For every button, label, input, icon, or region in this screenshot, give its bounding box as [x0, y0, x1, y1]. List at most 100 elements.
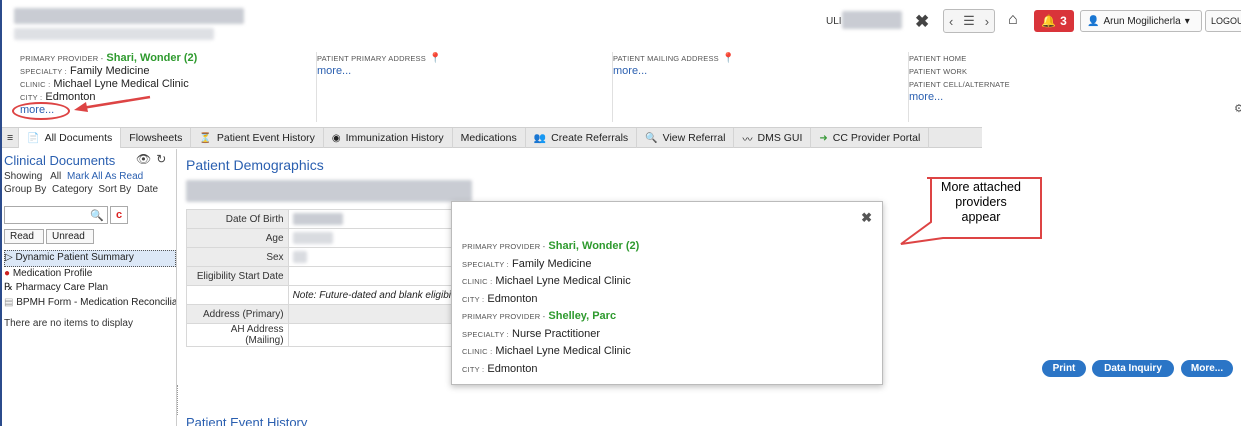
- tab-create-referrals[interactable]: 👥 Create Referrals: [526, 128, 638, 148]
- tree-item-pharmacy-care-plan[interactable]: ℞ Pharmacy Care Plan: [4, 281, 176, 296]
- row-value: [287, 304, 457, 324]
- referral-icon: 👥: [533, 132, 547, 144]
- annotation-arrow: [74, 95, 151, 112]
- row-value: [287, 247, 457, 267]
- table-row: AH Address (Mailing): [186, 323, 457, 347]
- group-by-label: Group By: [4, 184, 47, 195]
- mailing-address-more-link[interactable]: more...: [613, 65, 647, 77]
- tree-item-bpmh-form[interactable]: ▤ BPMH Form - Medication Reconcilia: [4, 296, 176, 311]
- clinic-label: CLINIC :: [20, 80, 51, 89]
- provider-name[interactable]: Shari, Wonder (2): [548, 240, 639, 252]
- clinic-label: CLINIC :: [462, 347, 493, 356]
- tab-patient-event-history[interactable]: ⏳ Patient Event History: [191, 128, 324, 148]
- read-filter-button[interactable]: Read: [4, 229, 44, 244]
- print-button[interactable]: Print: [1042, 360, 1086, 377]
- row-key: Address (Primary): [186, 304, 289, 324]
- phone-more-link[interactable]: more...: [909, 91, 943, 103]
- cell-phone-label: PATIENT CELL/ALTERNATE: [909, 80, 1010, 89]
- rx-icon: ℞: [4, 282, 13, 293]
- mailing-address-column: PATIENT MAILING ADDRESS 📍 more...: [612, 52, 902, 122]
- clinical-documents-panel: Clinical Documents 👁↻ Showing All Mark A…: [2, 149, 177, 426]
- row-value: [287, 266, 457, 286]
- tree-item-dynamic-patient-summary[interactable]: ▷ Dynamic Patient Summary: [4, 250, 176, 267]
- work-phone-label: PATIENT WORK: [909, 67, 968, 76]
- row-key: Date Of Birth: [186, 209, 289, 229]
- tab-label: CC Provider Portal: [832, 132, 921, 144]
- chevron-left-icon[interactable]: ‹: [949, 14, 953, 29]
- tab-hamburger[interactable]: ≡: [2, 128, 20, 148]
- tab-label: View Referral: [662, 132, 726, 144]
- tab-all-documents[interactable]: 📄 All Documents: [19, 128, 122, 148]
- primary-address-more-link[interactable]: more...: [317, 65, 351, 77]
- tab-label: Create Referrals: [551, 132, 629, 144]
- table-row: Sex: [186, 247, 457, 267]
- top-bar: ULI ✖ ‹ ☰ › ⌂ 🔔 3 👤 Arun Mogilicherla ▾ …: [2, 0, 1241, 46]
- row-key: Age: [186, 228, 289, 248]
- specialty-label: SPECIALTY :: [20, 67, 67, 76]
- tab-bar: ≡ 📄 All Documents Flowsheets ⏳ Patient Eve…: [2, 127, 982, 148]
- primary-address-column: PATIENT PRIMARY ADDRESS 📍 more...: [316, 52, 606, 122]
- table-row: Address (Primary): [186, 304, 457, 324]
- tab-cc-provider-portal[interactable]: ➜ CC Provider Portal: [811, 128, 930, 148]
- row-key: Eligibility Start Date: [186, 266, 289, 286]
- showing-all[interactable]: All: [50, 171, 61, 182]
- clear-filter-button[interactable]: c: [110, 206, 128, 224]
- tab-label: Flowsheets: [129, 132, 183, 144]
- close-patient-icon[interactable]: ✖: [915, 12, 929, 32]
- eye-icon[interactable]: 👁: [136, 152, 156, 166]
- primary-address-label: PATIENT PRIMARY ADDRESS: [317, 54, 426, 63]
- callout-text: More attached providers appear: [923, 180, 1039, 225]
- showing-row: Showing All Mark All As Read: [4, 171, 143, 182]
- search-icon[interactable]: 🔍: [90, 209, 104, 222]
- patient-id-redacted: [14, 28, 214, 40]
- city-value: Edmonton: [487, 292, 538, 305]
- value-redacted: [292, 213, 343, 225]
- tab-flowsheets[interactable]: Flowsheets: [121, 128, 192, 148]
- unread-filter-button[interactable]: Unread: [46, 229, 94, 244]
- city-label: CITY :: [462, 294, 485, 304]
- settings-icon[interactable]: ⚙: [1234, 102, 1241, 115]
- menu-toggle-group[interactable]: ‹ ☰ ›: [943, 9, 995, 33]
- magnifier-icon: 🔍: [645, 132, 658, 144]
- tree-item-label: Medication Profile: [12, 267, 93, 279]
- patient-info-band: PRIMARY PROVIDER - Shari, Wonder (2) SPE…: [2, 46, 1241, 126]
- panel-splitter[interactable]: [177, 385, 180, 415]
- provider-label: PRIMARY PROVIDER -: [462, 242, 546, 251]
- chevron-right-icon[interactable]: ›: [985, 14, 989, 29]
- tab-view-referral[interactable]: 🔍 View Referral: [637, 128, 735, 148]
- clinic-label: CLINIC :: [462, 277, 493, 286]
- value-redacted: [292, 232, 333, 244]
- uli-label: ULI: [826, 16, 842, 27]
- home-icon[interactable]: ⌂: [1008, 11, 1018, 29]
- popup-close-icon[interactable]: ✖: [861, 210, 872, 226]
- map-pin-icon: 📍: [429, 53, 442, 64]
- data-inquiry-button[interactable]: Data Inquiry: [1092, 360, 1174, 377]
- tab-immunization-history[interactable]: ◉ Immunization History: [324, 128, 453, 148]
- group-by-value[interactable]: Category: [52, 184, 93, 195]
- form-icon: ▤: [4, 296, 14, 308]
- user-menu[interactable]: 👤 Arun Mogilicherla ▾: [1080, 10, 1202, 32]
- table-row: Date Of Birth: [186, 209, 457, 229]
- mark-all-read-link[interactable]: Mark All As Read: [67, 171, 143, 182]
- annotation-circle: [12, 102, 70, 120]
- user-icon: 👤: [1087, 15, 1100, 27]
- sort-by-value[interactable]: Date: [137, 184, 158, 195]
- alert-button[interactable]: 🔔 3: [1034, 10, 1074, 32]
- tab-dms-gui[interactable]: 〰 DMS GUI: [734, 128, 812, 148]
- callout-line: appear: [961, 210, 1001, 224]
- tab-medications[interactable]: Medications: [453, 128, 526, 148]
- provider-name[interactable]: Shelley, Parc: [548, 310, 616, 322]
- logout-button[interactable]: LOGOUT: [1205, 10, 1241, 32]
- tab-label: All Documents: [44, 132, 113, 144]
- row-key: Sex: [186, 247, 289, 267]
- list-menu-icon[interactable]: ☰: [963, 13, 975, 29]
- tab-label: DMS GUI: [757, 132, 803, 144]
- patient-demographics-title: Patient Demographics: [186, 157, 324, 173]
- refresh-icon[interactable]: ↻: [156, 152, 171, 166]
- table-row: Eligibility Start Date: [186, 266, 457, 286]
- tree-item-medication-profile[interactable]: ● Medication Profile: [4, 267, 176, 282]
- city-label: CITY :: [462, 364, 485, 374]
- arrow-right-icon: ➜: [819, 132, 828, 144]
- more-button[interactable]: More...: [1181, 360, 1233, 377]
- provider-name[interactable]: Shari, Wonder (2): [106, 52, 197, 64]
